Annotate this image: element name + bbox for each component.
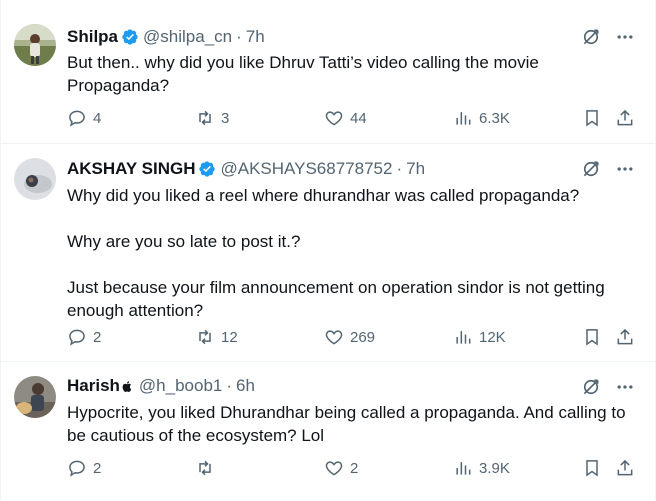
action-bar: 2 12 269 12K <box>67 327 641 349</box>
views-count: 12K <box>479 328 506 346</box>
reply-button[interactable]: 4 <box>67 108 101 128</box>
reply-count: 4 <box>93 109 102 127</box>
author-name[interactable]: Harish <box>67 375 120 397</box>
like-count: 44 <box>350 109 367 127</box>
author-handle[interactable]: @shilpa_cn <box>143 26 232 48</box>
avatar-harish[interactable] <box>14 376 56 418</box>
grok-icon[interactable] <box>581 159 601 179</box>
retweet-button[interactable]: 3 <box>195 108 229 128</box>
share-icon[interactable] <box>615 458 635 478</box>
avatar-shilpa[interactable] <box>14 24 56 66</box>
reply-icon <box>69 460 85 477</box>
like-button[interactable]: 269 <box>324 327 375 347</box>
views-count: 6.3K <box>479 109 510 127</box>
author-name[interactable]: AKSHAY SINGH <box>67 158 195 180</box>
views-icon <box>456 462 471 475</box>
tweet-paragraph: Why are you so late to post it.? <box>67 232 301 251</box>
avatar-akshay-singh[interactable] <box>14 158 56 200</box>
tweet-text: Hypocrite, you liked Dhurandhar being ca… <box>67 401 637 447</box>
like-button[interactable]: 2 <box>324 458 358 478</box>
timestamp[interactable]: 7h <box>406 158 425 180</box>
more-icon[interactable] <box>615 377 635 397</box>
tweet-header: AKSHAY SINGH @AKSHAYS68778752 · 7h <box>67 158 425 180</box>
tweet-paragraph: But then.. why did you like Dhruv Tatti’… <box>67 53 539 95</box>
action-bar: 4 3 44 6.3K <box>67 108 641 130</box>
tweet-2[interactable]: AKSHAY SINGH @AKSHAYS68778752 · 7h Why d… <box>1 144 656 362</box>
like-icon <box>325 330 343 345</box>
share-icon[interactable] <box>615 108 635 128</box>
views-icon <box>456 112 471 125</box>
tweet-paragraph: Why did you liked a reel where dhurandha… <box>67 186 580 205</box>
reply-button[interactable]: 2 <box>67 327 101 347</box>
tweet-text: Why did you liked a reel where dhurandha… <box>67 184 637 322</box>
retweet-button[interactable]: 12 <box>195 327 238 347</box>
tweet-3[interactable]: Harish @h_boob1 · 6h Hypocrite, you like… <box>1 362 656 501</box>
reply-button[interactable]: 2 <box>67 458 101 478</box>
more-icon[interactable] <box>615 159 635 179</box>
bookmark-icon[interactable] <box>582 458 602 478</box>
grok-icon[interactable] <box>581 377 601 397</box>
retweet-count: 3 <box>221 109 230 127</box>
action-bar: 2 2 3.9K <box>67 458 641 480</box>
separator: · <box>236 27 242 46</box>
tweet-text: But then.. why did you like Dhruv Tatti’… <box>67 51 637 97</box>
reply-icon <box>69 329 85 346</box>
share-icon[interactable] <box>615 327 635 347</box>
author-name[interactable]: Shilpa <box>67 26 118 48</box>
more-icon[interactable] <box>615 27 635 47</box>
like-icon <box>325 461 343 476</box>
tweet-paragraph: Just because your film announcement on o… <box>67 278 605 320</box>
reply-icon <box>69 110 85 127</box>
grok-icon[interactable] <box>581 27 601 47</box>
verified-badge-icon <box>199 161 216 177</box>
bookmark-icon[interactable] <box>582 327 602 347</box>
reply-count: 2 <box>93 328 102 346</box>
tweet-1[interactable]: Shilpa @shilpa_cn · 7h But then.. why di… <box>1 0 656 144</box>
apple-icon <box>122 380 132 392</box>
like-count: 2 <box>350 459 359 477</box>
timestamp[interactable]: 7h <box>246 26 265 48</box>
retweet-count: 12 <box>221 328 238 346</box>
author-handle[interactable]: @AKSHAYS68778752 <box>220 158 392 180</box>
views-count: 3.9K <box>479 459 510 477</box>
retweet-icon <box>199 110 211 126</box>
like-count: 269 <box>350 328 376 346</box>
author-handle[interactable]: @h_boob1 <box>139 375 222 397</box>
like-icon <box>325 111 343 126</box>
retweet-icon <box>199 460 211 476</box>
retweet-icon <box>199 329 211 345</box>
verified-badge-icon <box>122 29 138 45</box>
like-button[interactable]: 44 <box>324 108 367 128</box>
retweet-button[interactable] <box>195 458 221 478</box>
views-icon <box>456 331 471 344</box>
separator: · <box>226 376 233 395</box>
separator: · <box>396 159 403 178</box>
views-button[interactable]: 3.9K <box>453 458 510 478</box>
timeline: Shilpa @shilpa_cn · 7h But then.. why di… <box>0 0 656 501</box>
views-button[interactable]: 12K <box>453 327 506 347</box>
views-button[interactable]: 6.3K <box>453 108 510 128</box>
tweet-header: Harish @h_boob1 · 6h <box>67 375 255 397</box>
tweet-header: Shilpa @shilpa_cn · 7h <box>67 26 265 48</box>
bookmark-icon[interactable] <box>582 108 602 128</box>
tweet-paragraph: Hypocrite, you liked Dhurandhar being ca… <box>67 403 626 445</box>
reply-count: 2 <box>93 459 102 477</box>
timestamp[interactable]: 6h <box>236 375 255 397</box>
